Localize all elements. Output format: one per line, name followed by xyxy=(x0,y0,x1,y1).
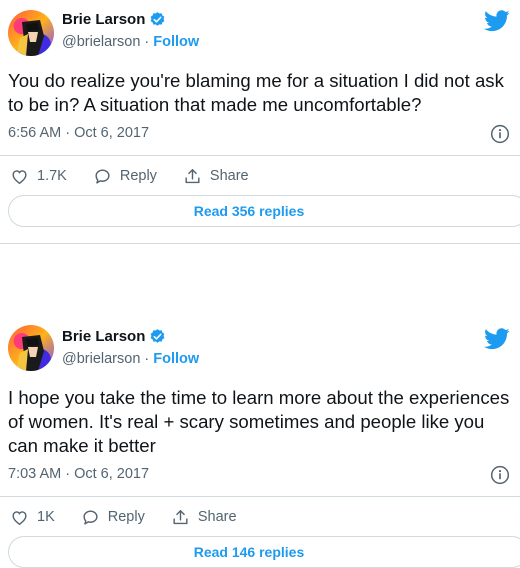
separator: · xyxy=(140,34,154,50)
handle-row: @brielarson · Follow xyxy=(62,34,199,50)
heart-icon xyxy=(12,510,27,525)
avatar[interactable] xyxy=(8,325,54,371)
verified-badge-icon xyxy=(150,329,165,343)
reply-label: Reply xyxy=(107,509,145,525)
follow-link[interactable]: Follow xyxy=(153,34,199,50)
info-icon[interactable] xyxy=(490,465,510,485)
tweet-embed: Brie Larson @brielarson · Follow You do … xyxy=(0,0,520,244)
speech-bubble-icon xyxy=(83,509,98,525)
author-handle[interactable]: @brielarson xyxy=(62,351,140,367)
heart-icon xyxy=(12,169,27,184)
author-handle[interactable]: @brielarson xyxy=(62,34,140,50)
reply-button[interactable]: Reply xyxy=(93,167,157,186)
tweet-text: I hope you take the time to learn more a… xyxy=(8,387,510,456)
share-upload-icon xyxy=(173,509,188,524)
author-name[interactable]: Brie Larson xyxy=(62,328,145,345)
twitter-bird-icon[interactable] xyxy=(484,10,510,32)
avatar-portrait-icon xyxy=(16,20,44,56)
read-replies-button[interactable]: Read 356 replies xyxy=(8,195,520,227)
separator: · xyxy=(140,351,154,367)
like-button[interactable]: 1K xyxy=(10,508,55,527)
follow-link[interactable]: Follow xyxy=(153,351,199,367)
tweet-text: You do realize you're blaming me for a s… xyxy=(8,70,504,115)
timestamp[interactable]: 6:56 AM · Oct 6, 2017 xyxy=(8,125,149,141)
share-upload-icon xyxy=(185,168,200,183)
action-bar: 1K Reply Share xyxy=(0,496,520,537)
author-name[interactable]: Brie Larson xyxy=(62,11,145,28)
share-label: Share xyxy=(197,509,237,525)
avatar[interactable] xyxy=(8,10,54,56)
author-row: Brie Larson xyxy=(62,328,166,345)
share-button[interactable]: Share xyxy=(171,508,237,527)
action-bar: 1.7K Reply Share xyxy=(0,155,520,196)
speech-bubble-icon xyxy=(95,168,110,184)
like-button[interactable]: 1.7K xyxy=(10,167,67,186)
tweet-embed: Brie Larson @brielarson · Follow I hope … xyxy=(0,316,520,568)
info-icon[interactable] xyxy=(490,124,510,144)
read-replies-button[interactable]: Read 146 replies xyxy=(8,536,520,568)
timestamp[interactable]: 7:03 AM · Oct 6, 2017 xyxy=(8,466,149,482)
handle-row: @brielarson · Follow xyxy=(62,351,199,367)
share-button[interactable]: Share xyxy=(183,167,249,186)
share-label: Share xyxy=(209,168,249,184)
avatar-portrait-icon xyxy=(16,335,44,371)
twitter-bird-icon[interactable] xyxy=(484,328,510,350)
reply-button[interactable]: Reply xyxy=(81,508,145,527)
like-count: 1.7K xyxy=(37,168,67,184)
verified-badge-icon xyxy=(150,12,165,26)
author-row: Brie Larson xyxy=(62,11,166,28)
like-count: 1K xyxy=(37,509,55,525)
reply-label: Reply xyxy=(119,168,157,184)
